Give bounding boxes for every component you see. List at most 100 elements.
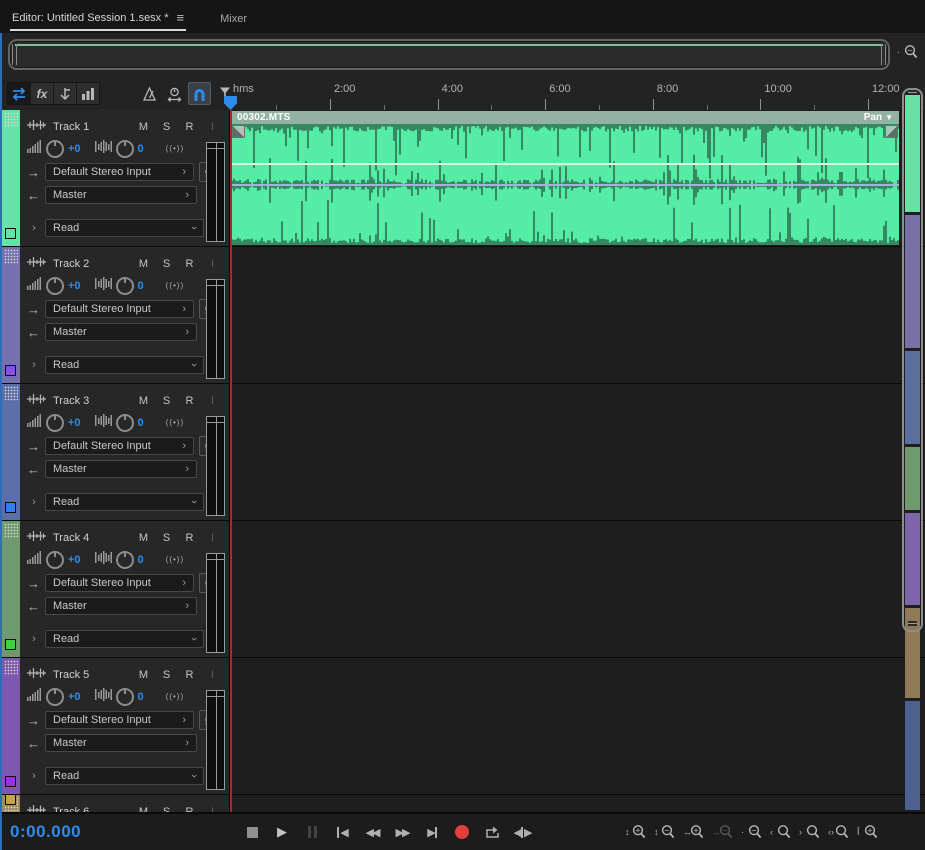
audio-clip[interactable]: 00302.MTS Pan ▼ xyxy=(231,111,899,245)
pan-knob[interactable] xyxy=(115,139,134,158)
output-select[interactable]: Master › xyxy=(45,323,197,341)
pan-knob[interactable] xyxy=(115,687,134,706)
track-name[interactable]: Track 3 xyxy=(53,395,132,407)
metronome-toggle[interactable] xyxy=(138,82,161,105)
track-name[interactable]: Track 2 xyxy=(53,258,132,270)
input-monitor-button[interactable]: I xyxy=(201,395,224,407)
scrollbar-track-segment[interactable] xyxy=(905,95,920,212)
input-monitor-button[interactable]: I xyxy=(201,258,224,270)
automation-expand-icon[interactable]: › xyxy=(27,633,41,645)
scrollbar-grip-top[interactable] xyxy=(908,90,917,95)
slip-tool[interactable] xyxy=(54,83,77,104)
zoom-out-full-button[interactable]: · − xyxy=(740,821,765,843)
loop-playback-button[interactable] xyxy=(480,820,504,844)
auto-crossfade-toggle[interactable] xyxy=(163,82,186,105)
volume-knob[interactable] xyxy=(46,550,64,569)
skip-selection-button[interactable]: ◀ ▶ xyxy=(510,820,534,844)
record-button[interactable] xyxy=(450,820,474,844)
volume-value[interactable]: +0 xyxy=(68,417,81,429)
volume-value[interactable]: +0 xyxy=(68,554,81,566)
input-select[interactable]: Default Stereo Input › xyxy=(45,437,194,455)
track-lane[interactable] xyxy=(230,658,925,794)
track-drag-grip-icon[interactable] xyxy=(4,386,18,401)
track-color-swatch[interactable] xyxy=(5,795,16,805)
mute-button[interactable]: M xyxy=(132,258,155,270)
record-arm-button[interactable]: R xyxy=(178,121,201,133)
scrollbar-track-segment[interactable] xyxy=(905,447,920,510)
solo-button[interactable]: S xyxy=(155,532,178,544)
track-name[interactable]: Track 1 xyxy=(53,121,132,133)
automation-expand-icon[interactable]: › xyxy=(27,496,41,508)
track-color-strip[interactable] xyxy=(2,384,20,520)
stop-button[interactable] xyxy=(240,820,264,844)
volume-envelope-line[interactable] xyxy=(231,163,899,165)
time-display[interactable]: 0:00.000 xyxy=(10,822,81,842)
pause-button[interactable] xyxy=(300,820,324,844)
pan-value[interactable]: 0 xyxy=(138,554,144,566)
monitor-input-icon[interactable]: ((•)) xyxy=(166,692,184,701)
track-color-swatch[interactable] xyxy=(5,776,16,787)
scrollbar-track-segment[interactable] xyxy=(905,351,920,444)
pan-knob[interactable] xyxy=(115,550,134,569)
snap-toggle[interactable] xyxy=(188,82,211,105)
output-select[interactable]: Master › xyxy=(45,460,197,478)
fast-forward-button[interactable]: ▶▶ xyxy=(390,820,414,844)
mute-button[interactable]: M xyxy=(132,532,155,544)
automation-expand-icon[interactable]: › xyxy=(27,222,41,234)
input-select[interactable]: Default Stereo Input › xyxy=(45,711,194,729)
track-color-swatch[interactable] xyxy=(5,228,16,239)
pan-envelope-line[interactable] xyxy=(231,184,899,186)
vertical-track-scrollbar[interactable] xyxy=(902,88,923,812)
pan-value[interactable]: 0 xyxy=(138,691,144,703)
monitor-input-icon[interactable]: ((•)) xyxy=(166,555,184,564)
track-lane[interactable]: 00302.MTS Pan ▼ xyxy=(230,110,925,246)
automation-mode-select[interactable]: Read › xyxy=(45,630,204,648)
monitor-input-icon[interactable]: ((•)) xyxy=(166,144,184,153)
play-button[interactable]: ▶ xyxy=(270,820,294,844)
automation-mode-select[interactable]: Read › xyxy=(45,356,204,374)
input-select[interactable]: Default Stereo Input › xyxy=(45,300,194,318)
volume-knob[interactable] xyxy=(46,276,64,295)
mute-button[interactable]: M xyxy=(132,395,155,407)
zoom-in-at-in-point-button[interactable]: ‹ xyxy=(769,821,794,843)
track-color-strip[interactable] xyxy=(2,110,20,246)
volume-value[interactable]: +0 xyxy=(68,143,81,155)
fade-in-handle[interactable] xyxy=(232,125,245,138)
go-to-end-button[interactable]: ▶ xyxy=(420,820,444,844)
automation-mode-select[interactable]: Read › xyxy=(45,493,204,511)
track-lane[interactable] xyxy=(230,521,925,657)
track-drag-grip-icon[interactable] xyxy=(4,112,18,127)
tab-editor[interactable]: Editor: Untitled Session 1.sesx * ≡ xyxy=(0,10,194,33)
volume-knob[interactable] xyxy=(46,139,64,158)
output-select[interactable]: Master › xyxy=(45,186,197,204)
track-color-strip[interactable] xyxy=(2,795,20,812)
move-tool[interactable] xyxy=(8,83,31,104)
input-monitor-button[interactable]: I xyxy=(201,669,224,681)
scrollbar-track-segment[interactable] xyxy=(905,215,920,348)
navigator-left-handle[interactable] xyxy=(12,44,17,65)
solo-button[interactable]: S xyxy=(155,669,178,681)
track-lane[interactable] xyxy=(230,247,925,383)
scrollbar-grip-bottom[interactable] xyxy=(908,621,917,626)
volume-value[interactable]: +0 xyxy=(68,280,81,292)
record-arm-button[interactable]: R xyxy=(178,395,201,407)
scrollbar-track-segment[interactable] xyxy=(905,701,920,810)
pan-value[interactable]: 0 xyxy=(138,417,144,429)
zoom-out-amplitude-button[interactable]: ↕ − xyxy=(653,821,678,843)
track-color-swatch[interactable] xyxy=(5,639,16,650)
track-drag-grip-icon[interactable] xyxy=(4,523,18,538)
output-select[interactable]: Master › xyxy=(45,734,197,752)
automation-mode-select[interactable]: Read › xyxy=(45,219,204,237)
input-select[interactable]: Default Stereo Input › xyxy=(45,163,194,181)
automation-expand-icon[interactable]: › xyxy=(27,770,41,782)
mute-button[interactable]: M xyxy=(132,121,155,133)
timeline-ruler[interactable]: hms 2:00 4:00 6:00 8:00 10:00 12:00 xyxy=(230,77,925,110)
volume-value[interactable]: +0 xyxy=(68,691,81,703)
zoom-in-at-out-point-button[interactable]: › xyxy=(798,821,823,843)
track-lane[interactable] xyxy=(230,384,925,520)
zoom-navigator[interactable] xyxy=(8,39,890,70)
track-color-swatch[interactable] xyxy=(5,502,16,513)
mute-button[interactable]: M xyxy=(132,669,155,681)
input-monitor-button[interactable]: I xyxy=(201,532,224,544)
track-name[interactable]: Track 5 xyxy=(53,669,132,681)
